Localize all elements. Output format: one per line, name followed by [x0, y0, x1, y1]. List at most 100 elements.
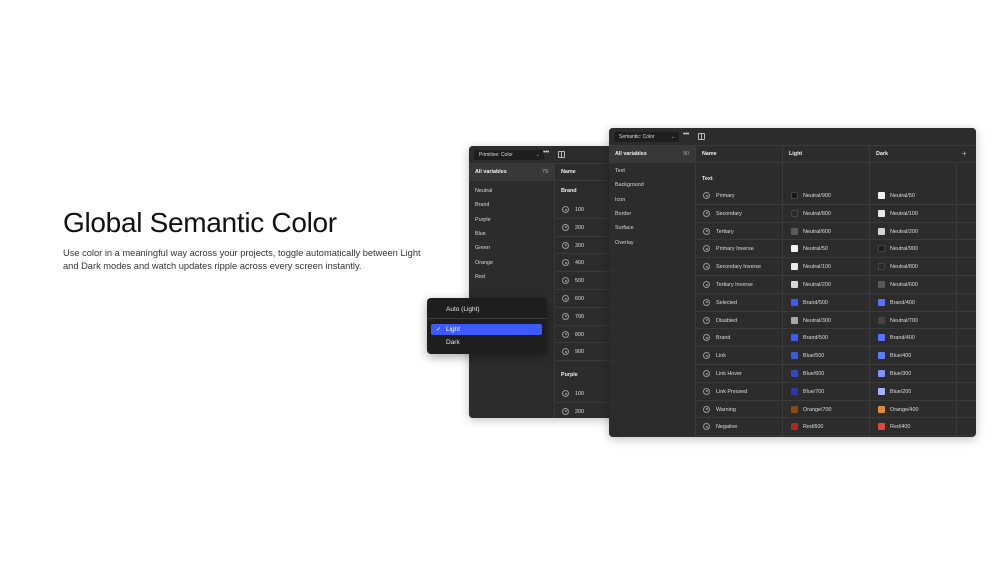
sidebar-group-item[interactable]: Blue — [475, 231, 486, 237]
color-swatch — [878, 423, 885, 431]
light-value-cell[interactable]: Neutral/50 — [791, 243, 871, 254]
dark-value-cell[interactable]: Neutral/50 — [878, 190, 958, 201]
dark-value-label: Blue/200 — [890, 388, 912, 395]
light-value-label: Neutral/900 — [803, 193, 831, 199]
dark-value-label: Neutral/200 — [890, 228, 918, 235]
color-swatch — [878, 281, 885, 288]
more-options-icon[interactable]: ••• — [683, 131, 689, 138]
color-swatch — [791, 334, 798, 342]
dark-value-cell[interactable]: Blue/400 — [878, 350, 958, 361]
semantic-variable-row[interactable]: Selected Brand/500 Brand/400 — [696, 294, 976, 312]
dark-value-label: Blue/300 — [890, 371, 912, 377]
dark-value-cell[interactable]: Red/400 — [878, 421, 958, 432]
semantic-variable-row[interactable]: Warning Orange/700 Orange/400 — [696, 401, 976, 419]
name-column-header: Name — [702, 151, 717, 157]
variable-name: 500 — [575, 278, 584, 285]
color-variable-icon — [703, 423, 710, 431]
semantic-variable-row[interactable]: Brand Brand/500 Brand/400 — [696, 329, 976, 348]
light-value-cell[interactable]: Blue/500 — [791, 350, 871, 361]
variable-name: Disabled — [716, 317, 737, 324]
all-variables-label: All variables — [475, 169, 507, 175]
color-swatch — [878, 352, 885, 360]
variable-name: 900 — [575, 349, 584, 356]
sidebar-group-item[interactable]: Brand — [475, 202, 489, 208]
dark-value-cell[interactable]: Blue/200 — [878, 386, 958, 397]
dark-value-label: Brand/400 — [890, 299, 915, 306]
sidebar-toggle-icon[interactable] — [558, 151, 565, 158]
dark-value-cell[interactable]: Neutral/900 — [878, 243, 958, 254]
semantic-collection-select[interactable]: Semantic: Color ⌄ — [614, 132, 679, 142]
semantic-variable-row[interactable]: Link Blue/500 Blue/400 — [696, 347, 976, 365]
sidebar-group-item[interactable]: Overlay — [615, 240, 634, 246]
primitive-collection-label: Primitive: Color — [479, 152, 513, 158]
semantic-variable-row[interactable]: Negative Red/600 Red/400 — [696, 418, 976, 437]
semantic-variables-panel: Semantic: Color ⌄ ••• All variables 90 T… — [609, 128, 976, 437]
semantic-variable-row[interactable]: Tertiary Inverse Neutral/200 Neutral/600 — [696, 276, 976, 294]
light-value-cell[interactable]: Brand/500 — [791, 297, 871, 308]
semantic-variable-row[interactable]: Secondary Neutral/800 Neutral/100 — [696, 205, 976, 223]
sidebar-group-item[interactable]: Neutral — [475, 188, 492, 194]
semantic-variable-row[interactable]: Disabled Neutral/300 Neutral/700 — [696, 312, 976, 330]
variable-name: 800 — [575, 331, 584, 338]
color-swatch — [791, 263, 798, 271]
add-mode-button[interactable]: + — [962, 149, 967, 158]
mode-dropdown-menu: Auto (Light) ✓ Light Dark — [427, 298, 547, 354]
sidebar-group-item[interactable]: Surface — [615, 225, 634, 231]
mode-option-light[interactable]: Light — [446, 326, 460, 333]
dark-value-cell[interactable]: Brand/400 — [878, 332, 958, 343]
semantic-variable-row[interactable]: Tertiary Neutral/600 Neutral/200 — [696, 223, 976, 241]
dark-value-cell[interactable]: Neutral/200 — [878, 226, 958, 237]
sidebar-group-item[interactable]: Background — [615, 182, 644, 188]
color-swatch — [878, 405, 885, 413]
semantic-variable-row[interactable]: Primary Neutral/900 Neutral/50 — [696, 187, 976, 205]
dark-value-cell[interactable]: Neutral/600 — [878, 279, 958, 290]
sidebar-toggle-icon[interactable] — [698, 133, 705, 140]
primitive-variables-panel: Primitive: Color ⌄ ••• All variables 79 … — [469, 146, 629, 418]
sidebar-group-item[interactable]: Text — [615, 168, 625, 174]
sidebar-group-item[interactable]: Border — [615, 211, 631, 217]
semantic-variable-row[interactable]: Secondary Inverse Neutral/100 Neutral/800 — [696, 258, 976, 276]
sidebar-group-item[interactable]: Purple — [475, 217, 491, 223]
mode-option-dark[interactable]: Dark — [446, 339, 460, 346]
light-value-cell[interactable]: Neutral/900 — [791, 190, 871, 201]
light-value-cell[interactable]: Neutral/600 — [791, 226, 871, 237]
sidebar-group-item[interactable]: Green — [475, 245, 490, 251]
color-swatch — [878, 298, 885, 306]
light-value-cell[interactable]: Orange/700 — [791, 404, 871, 415]
semantic-all-variables[interactable]: All variables 90 — [609, 146, 695, 163]
light-value-label: Neutral/50 — [803, 246, 828, 253]
dark-value-label: Brand/400 — [890, 335, 915, 342]
sidebar-group-item[interactable]: Red — [475, 274, 485, 280]
semantic-variable-row[interactable]: Link Hover Blue/600 Blue/300 — [696, 365, 976, 383]
color-variable-icon — [703, 245, 710, 253]
dark-value-cell[interactable]: Blue/300 — [878, 368, 958, 379]
more-options-icon[interactable]: ••• — [543, 149, 549, 156]
primitive-collection-select[interactable]: Primitive: Color ⌄ — [474, 150, 544, 160]
sidebar-group-item[interactable]: Icon — [615, 197, 625, 203]
primitive-all-variables[interactable]: All variables 79 — [469, 164, 554, 181]
color-swatch — [878, 387, 885, 395]
dark-value-cell[interactable]: Orange/400 — [878, 404, 958, 415]
hero-title: Global Semantic Color — [63, 207, 337, 238]
dark-value-cell[interactable]: Brand/400 — [878, 297, 958, 308]
semantic-variable-row[interactable]: Link Pressed Blue/700 Blue/200 — [696, 383, 976, 401]
light-value-label: Orange/700 — [803, 406, 832, 413]
light-value-label: Neutral/100 — [803, 264, 831, 271]
light-value-cell[interactable]: Neutral/800 — [791, 208, 871, 219]
mode-option-auto[interactable]: Auto (Light) — [446, 306, 480, 313]
light-value-cell[interactable]: Red/600 — [791, 421, 871, 432]
light-value-cell[interactable]: Brand/500 — [791, 332, 871, 343]
semantic-variable-row[interactable]: Primary Inverse Neutral/50 Neutral/900 — [696, 240, 976, 259]
dark-value-cell[interactable]: Neutral/100 — [878, 208, 958, 219]
sidebar-group-item[interactable]: Orange — [475, 260, 493, 266]
light-value-cell[interactable]: Neutral/300 — [791, 315, 871, 326]
light-value-cell[interactable]: Blue/700 — [791, 386, 871, 397]
variable-name: 700 — [575, 313, 584, 320]
light-value-cell[interactable]: Neutral/200 — [791, 279, 871, 290]
light-value-cell[interactable]: Blue/600 — [791, 368, 871, 379]
dark-value-cell[interactable]: Neutral/800 — [878, 261, 958, 272]
color-variable-icon — [562, 295, 569, 302]
dark-value-cell[interactable]: Neutral/700 — [878, 315, 958, 326]
color-swatch — [791, 281, 798, 288]
light-value-cell[interactable]: Neutral/100 — [791, 261, 871, 272]
